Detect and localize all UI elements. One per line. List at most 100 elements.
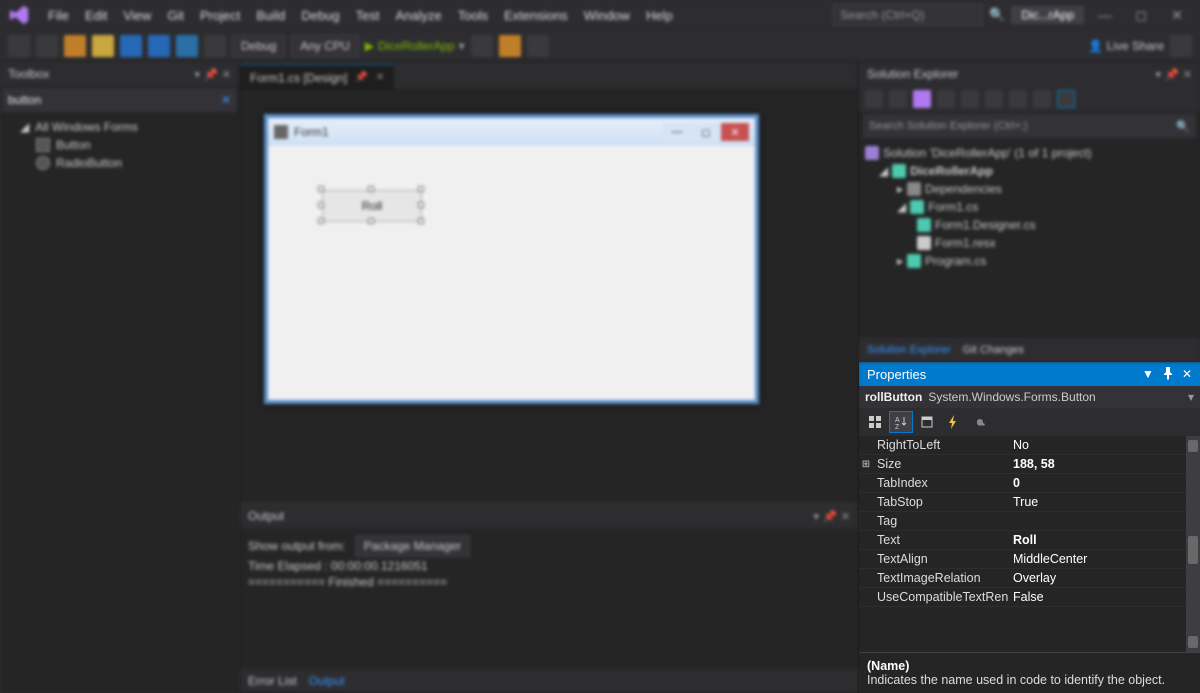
toolbox-item-button[interactable]: Button (8, 136, 231, 154)
solution-config-combo[interactable]: Debug (232, 35, 285, 57)
scroll-up-button[interactable] (1188, 440, 1198, 452)
toolbox-item-radiobutton[interactable]: RadioButton (8, 154, 231, 172)
redo-button[interactable] (204, 35, 226, 57)
events-button[interactable] (941, 411, 965, 433)
property-row[interactable]: UseCompatibleTextRenFalse (859, 588, 1200, 607)
selection-handle[interactable] (318, 218, 324, 224)
solution-explorer-search[interactable]: Search Solution Explorer (Ctrl+;) 🔍 (863, 114, 1196, 138)
dropdown-icon[interactable]: ▼ (1142, 367, 1154, 381)
design-form-window[interactable]: Form1 — ◻ ✕ Roll (264, 114, 759, 404)
maximize-button[interactable]: ◻ (1126, 7, 1156, 24)
output-body[interactable]: Show output from: Package Manager Time E… (240, 528, 858, 669)
start-debug-button[interactable]: ▶ DiceRollerApp ▾ (365, 39, 465, 53)
undo-button[interactable] (176, 35, 198, 57)
menu-window[interactable]: Window (576, 8, 638, 23)
toolbox-group[interactable]: ◢ All Windows Forms (8, 118, 231, 136)
tab-solution-explorer[interactable]: Solution Explorer (867, 344, 951, 356)
preview-button[interactable] (1057, 90, 1075, 108)
menu-build[interactable]: Build (248, 8, 293, 23)
pin-icon[interactable]: 📌 (355, 72, 367, 83)
property-row[interactable]: TabStopTrue (859, 493, 1200, 512)
show-all-button[interactable] (1009, 90, 1027, 108)
menu-view[interactable]: View (115, 8, 159, 23)
property-row[interactable]: RightToLeftNo (859, 436, 1200, 455)
selection-handle[interactable] (418, 218, 424, 224)
expand-icon[interactable]: ◢ (879, 164, 888, 178)
tab-git-changes[interactable]: Git Changes (963, 344, 1024, 356)
close-icon[interactable]: ✕ (1183, 68, 1192, 81)
property-pages-button[interactable] (967, 411, 991, 433)
search-icon[interactable]: 🔍 (989, 7, 1005, 23)
close-tab-icon[interactable]: ✕ (376, 72, 384, 83)
pin-icon[interactable]: 📌 (1165, 68, 1179, 81)
project-node[interactable]: ◢ DiceRollerApp (865, 162, 1194, 180)
property-row[interactable]: TextImageRelationOverlay (859, 569, 1200, 588)
menu-analyze[interactable]: Analyze (387, 8, 449, 23)
pin-icon[interactable]: 📌 (823, 510, 837, 523)
properties-button[interactable] (1033, 90, 1051, 108)
solution-platform-combo[interactable]: Any CPU (291, 35, 358, 57)
properties-button[interactable] (915, 411, 939, 433)
property-value[interactable]: 0 (1009, 474, 1200, 492)
property-scrollbar[interactable] (1186, 436, 1200, 652)
menu-test[interactable]: Test (348, 8, 388, 23)
menu-project[interactable]: Project (192, 8, 248, 23)
selection-handle[interactable] (368, 218, 374, 224)
close-icon[interactable]: ✕ (222, 68, 231, 81)
property-value[interactable]: 188, 58 (1009, 455, 1200, 473)
property-value[interactable]: Roll (1009, 531, 1200, 549)
property-value[interactable]: False (1009, 588, 1200, 606)
selection-handle[interactable] (318, 202, 324, 208)
property-object-selector[interactable]: rollButton System.Windows.Forms.Button ▾ (859, 386, 1200, 408)
property-row[interactable]: ⊞Size188, 58 (859, 455, 1200, 474)
property-row[interactable]: Tag (859, 512, 1200, 531)
toolbar-button[interactable] (471, 35, 493, 57)
dependencies-node[interactable]: ▸ Dependencies (865, 180, 1194, 198)
nav-back-button[interactable] (8, 35, 30, 57)
menu-file[interactable]: File (40, 8, 77, 23)
menu-debug[interactable]: Debug (293, 8, 347, 23)
close-icon[interactable]: ✕ (841, 510, 850, 523)
close-button[interactable]: ✕ (1162, 7, 1192, 24)
menu-tools[interactable]: Tools (450, 8, 496, 23)
alphabetical-button[interactable]: AZ (889, 411, 913, 433)
open-button[interactable] (92, 35, 114, 57)
form-designer-surface[interactable]: Form1 — ◻ ✕ Roll (240, 90, 858, 503)
toolbar-button[interactable] (527, 35, 549, 57)
expand-icon[interactable]: ⊞ (859, 455, 873, 473)
selection-handle[interactable] (418, 186, 424, 192)
save-all-button[interactable] (148, 35, 170, 57)
form-body[interactable]: Roll (268, 146, 755, 400)
menu-extensions[interactable]: Extensions (496, 8, 576, 23)
menu-edit[interactable]: Edit (77, 8, 115, 23)
document-tab-form-design[interactable]: Form1.cs [Design] 📌 ✕ (240, 64, 394, 90)
property-row[interactable]: TabIndex0 (859, 474, 1200, 493)
tab-output[interactable]: Output (309, 674, 345, 688)
nav-forward-button[interactable] (36, 35, 58, 57)
home-button[interactable] (865, 90, 883, 108)
collapse-all-button[interactable] (985, 90, 1003, 108)
selection-handle[interactable] (318, 186, 324, 192)
pin-icon[interactable] (1160, 365, 1176, 384)
form-designer-node[interactable]: Form1.Designer.cs (865, 216, 1194, 234)
form-resx-node[interactable]: Form1.resx (865, 234, 1194, 252)
toolbar-button[interactable] (913, 90, 931, 108)
scroll-thumb[interactable] (1188, 536, 1198, 564)
global-search-input[interactable]: Search (Ctrl+Q) (833, 4, 983, 26)
selection-handle[interactable] (368, 186, 374, 192)
feedback-button[interactable] (1170, 35, 1192, 57)
property-grid[interactable]: RightToLeftNo⊞Size188, 58TabIndex0TabSto… (859, 436, 1200, 652)
menu-git[interactable]: Git (159, 8, 192, 23)
save-button[interactable] (120, 35, 142, 57)
dropdown-icon[interactable]: ▾ (1156, 68, 1162, 81)
pin-icon[interactable]: 📌 (204, 68, 218, 81)
output-source-combo[interactable]: Package Manager (355, 535, 470, 557)
toolbar-button[interactable] (889, 90, 907, 108)
dropdown-icon[interactable]: ▾ (814, 510, 820, 523)
property-value[interactable] (1009, 512, 1200, 530)
dropdown-icon[interactable]: ▾ (195, 68, 201, 81)
program-node[interactable]: ▸ Program.cs (865, 252, 1194, 270)
property-value[interactable]: MiddleCenter (1009, 550, 1200, 568)
live-share-button[interactable]: 👤 Live Share (1088, 39, 1164, 53)
scroll-down-button[interactable] (1188, 636, 1198, 648)
